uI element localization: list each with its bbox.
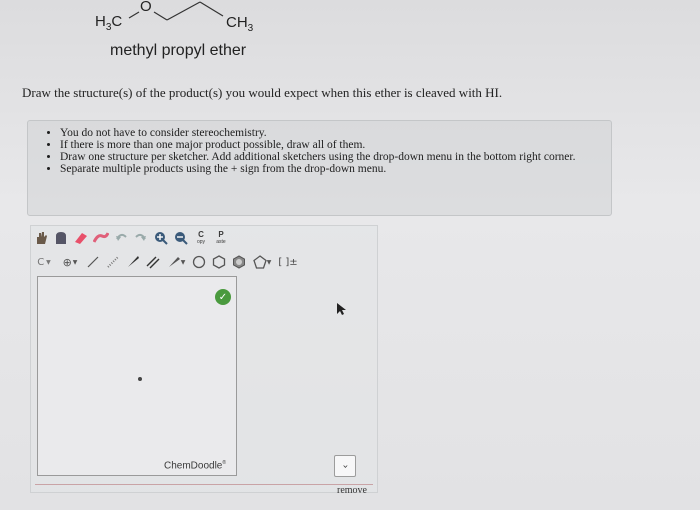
check-icon: ✓ xyxy=(215,289,231,305)
hashed-bond-icon[interactable] xyxy=(105,254,121,270)
lasso-icon[interactable] xyxy=(53,230,69,246)
canvas-point xyxy=(138,377,142,381)
methyl-left-label: H3C xyxy=(95,13,123,33)
chemdoodle-sketcher: C opy P aste C ▼ ⊕ ▼ ▼ ▼ []± ✓ ChemDood… xyxy=(30,225,378,496)
benzene-icon[interactable] xyxy=(231,254,247,270)
redo-icon[interactable] xyxy=(133,230,149,246)
triple-bond-icon[interactable]: ▼ xyxy=(165,254,187,270)
zoom-out-icon[interactable] xyxy=(173,230,189,246)
toolbar-row-top: C opy P aste xyxy=(33,228,229,248)
chevron-down-icon: ▼ xyxy=(266,258,272,266)
chevron-down-icon: ▼ xyxy=(72,258,78,266)
wedge-bond-icon[interactable] xyxy=(125,254,141,270)
instruction-item: If there is more than one major product … xyxy=(60,139,601,151)
remove-sketcher-link[interactable]: remove xyxy=(337,485,367,496)
mouse-cursor-icon xyxy=(333,302,347,316)
charge-bracket-button[interactable]: [ ]± xyxy=(277,254,299,270)
add-sketcher-dropdown[interactable]: › xyxy=(334,455,356,477)
paste-button[interactable]: P aste xyxy=(213,230,229,246)
skeletal-bonds xyxy=(128,1,224,21)
single-bond-icon[interactable] xyxy=(85,254,101,270)
copy-button[interactable]: C opy xyxy=(193,230,209,246)
cyclopentane-icon[interactable]: ▼ xyxy=(251,254,273,270)
chevron-down-icon: ▼ xyxy=(46,258,51,266)
element-selector[interactable]: C ▼ xyxy=(33,254,55,270)
instruction-item: You do not have to consider stereochemis… xyxy=(60,127,601,139)
instruction-item: Separate multiple products using the + s… xyxy=(60,163,601,175)
molecule-structure: H3C O CH3 xyxy=(95,0,295,40)
clear-icon[interactable] xyxy=(93,230,109,246)
cyclohexane-icon[interactable] xyxy=(211,254,227,270)
zoom-in-icon[interactable] xyxy=(153,230,169,246)
drawing-canvas[interactable]: ✓ ChemDoodle® xyxy=(37,276,237,476)
registered-mark: ® xyxy=(222,460,227,466)
chemdoodle-brand: ChemDoodle® xyxy=(164,460,227,472)
undo-icon[interactable] xyxy=(113,230,129,246)
instruction-item: Draw one structure per sketcher. Add add… xyxy=(60,151,601,163)
hand-icon[interactable] xyxy=(33,230,49,246)
chevron-down-icon: ▼ xyxy=(180,258,186,266)
eraser-icon[interactable] xyxy=(73,230,89,246)
chevron-down-icon: › xyxy=(339,464,351,468)
oxygen-label: O xyxy=(140,0,152,15)
instructions-box: You do not have to consider stereochemis… xyxy=(27,120,612,216)
compound-name: methyl propyl ether xyxy=(110,42,247,59)
divider xyxy=(35,484,373,485)
instructions-list: You do not have to consider stereochemis… xyxy=(38,127,601,175)
toolbar-row-bottom: C ▼ ⊕ ▼ ▼ ▼ [ ]± xyxy=(33,252,299,272)
add-charge-icon[interactable]: ⊕ ▼ xyxy=(59,254,81,270)
question-text: Draw the structure(s) of the product(s) … xyxy=(22,85,503,100)
cyclopropane-icon[interactable] xyxy=(191,254,207,270)
methyl-right-label: CH3 xyxy=(226,14,254,34)
double-bond-icon[interactable] xyxy=(145,254,161,270)
